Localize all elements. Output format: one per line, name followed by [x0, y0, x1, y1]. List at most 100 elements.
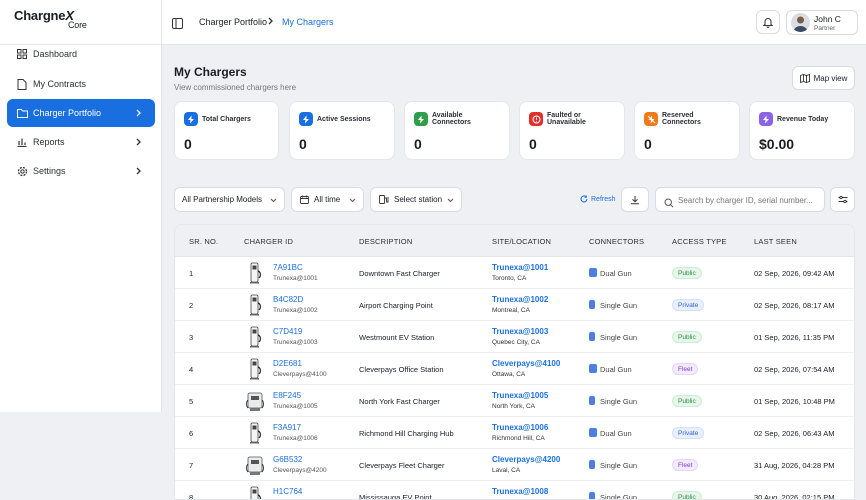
stat-card-active-sessions: Active Sessions 0 — [289, 101, 395, 160]
time-range-select[interactable]: All time — [291, 187, 364, 212]
column-header: DESCRIPTION — [359, 237, 413, 246]
sr-number: 4 — [189, 365, 194, 374]
table-row[interactable]: 5 E8F245 Trunexa@1005 North York Fast Charg… — [175, 385, 854, 417]
download-button[interactable] — [621, 187, 649, 212]
refresh-icon — [580, 195, 588, 203]
sidebar-footer-area — [0, 412, 162, 500]
sidebar: ChargneX Core Dashboard My Contracts Cha… — [0, 0, 162, 412]
charger-id-link[interactable]: 7A91BC — [273, 263, 303, 272]
site-link[interactable]: Trunexa@1005 — [492, 391, 548, 400]
connector-icon — [589, 268, 597, 277]
charger-description: Cleverpays Office Station — [359, 365, 444, 374]
sidebar-item-settings[interactable]: Settings — [7, 157, 155, 185]
last-seen: 02 Sep, 2026, 09:42 AM — [754, 269, 835, 278]
access-badge: Public — [672, 395, 702, 407]
grid-icon — [16, 48, 28, 60]
connector-type: Dual Gun — [600, 365, 632, 374]
charger-description: Richmond Hill Charging Hub — [359, 429, 454, 438]
sidebar-item-label: Reports — [33, 137, 65, 147]
connector-icon — [589, 300, 595, 309]
chevron-right-icon — [133, 165, 145, 177]
charger-image — [250, 486, 261, 499]
charger-id-link[interactable]: E8F245 — [273, 391, 301, 400]
sidebar-item-dashboard[interactable]: Dashboard — [7, 40, 155, 68]
site-link[interactable]: Cleverpays@4100 — [492, 359, 560, 368]
partnership-model-select[interactable]: All Partnership Models — [174, 187, 285, 212]
charger-description: Airport Charging Point — [359, 301, 433, 310]
access-badge: Private — [672, 299, 705, 311]
charger-description: Downtown Fast Charger — [359, 269, 440, 278]
connector-icon — [589, 364, 597, 373]
connector-type: Single Gun — [600, 493, 638, 500]
avatar — [791, 13, 810, 32]
filter-settings-button[interactable] — [830, 187, 855, 212]
site-link[interactable]: Trunexa@1003 — [492, 327, 548, 336]
alert-icon — [529, 112, 543, 126]
site-link[interactable]: Trunexa@1001 — [492, 263, 548, 272]
table-row[interactable]: 3 C7D419 Trunexa@1003 Westmount EV Station T… — [175, 321, 854, 353]
charger-id-link[interactable]: B4C82D — [273, 295, 303, 304]
refresh-button[interactable]: Refresh — [580, 195, 616, 203]
site-city: North York, CA — [492, 403, 535, 410]
site-link[interactable]: Cleverpays@4200 — [492, 455, 560, 464]
stat-label: Revenue Today — [777, 116, 829, 123]
charger-id-link[interactable]: G6B532 — [273, 455, 302, 464]
sidebar-item-contracts[interactable]: My Contracts — [7, 70, 155, 98]
charger-owner: Trunexa@1002 — [273, 307, 318, 314]
access-badge: Public — [672, 267, 702, 279]
chevron-down-icon — [270, 196, 277, 205]
brand-sub: Core — [68, 20, 87, 30]
charger-id-link[interactable]: F3A917 — [273, 423, 301, 432]
access-badge: Fleet — [672, 459, 699, 471]
breadcrumb-my-chargers[interactable]: My Chargers — [282, 17, 334, 27]
charger-id-link[interactable]: C7D419 — [273, 327, 302, 336]
table-row[interactable]: 2 B4C82D Trunexa@1002 Airport Charging Poin… — [175, 289, 854, 321]
stat-label: Available Connectors — [432, 112, 471, 126]
table-row[interactable]: 4 D2E681 Cleverpays@4100 Cleverpays Office … — [175, 353, 854, 385]
brand-name: Chargne — [14, 8, 66, 23]
table-row[interactable]: 7 G6B532 Cleverpays@4200 Cleverpays Fleet C… — [175, 449, 854, 481]
connector-icon — [589, 460, 595, 469]
sr-number: 7 — [189, 461, 194, 470]
site-link[interactable]: Trunexa@1002 — [492, 295, 548, 304]
sidebar-item-charger-portfolio[interactable]: Charger Portfolio — [7, 99, 155, 127]
last-seen: 30 Aug, 2026, 02:15 PM — [754, 493, 835, 500]
stat-label: Total Chargers — [202, 116, 251, 123]
sidebar-item-reports[interactable]: Reports — [7, 128, 155, 156]
table-row[interactable]: 8H1C764Trunexa@1008Mississauga EV PointT… — [175, 481, 854, 500]
connector-type: Dual Gun — [600, 429, 632, 438]
charger-id-link[interactable]: H1C764 — [273, 487, 302, 496]
table-row[interactable]: 6 F3A917 Trunexa@1006 Richmond Hill Chargin… — [175, 417, 854, 449]
notifications-button[interactable] — [756, 10, 780, 34]
download-icon — [631, 195, 639, 204]
site-city: Richmond Hill, CA — [492, 435, 545, 442]
charger-image — [250, 358, 261, 380]
station-select[interactable]: Select station — [370, 187, 462, 212]
stat-value: 0 — [529, 136, 537, 152]
page-subtitle: View commissioned chargers here — [174, 83, 297, 92]
refresh-label: Refresh — [591, 195, 616, 203]
charger-description: Mississauga EV Point — [359, 493, 432, 500]
site-link[interactable]: Trunexa@1008 — [492, 487, 548, 496]
station-icon — [379, 195, 389, 204]
column-header: CHARGER ID — [244, 237, 294, 246]
table-row[interactable]: 1 7A91BC Trunexa@1001 Downtown Fast Charger… — [175, 257, 854, 289]
user-menu-button[interactable]: John C Partner — [786, 10, 858, 35]
last-seen: 02 Sep, 2026, 07:54 AM — [754, 365, 835, 374]
charger-id-link[interactable]: D2E681 — [273, 359, 302, 368]
breadcrumb-charger-portfolio[interactable]: Charger Portfolio — [199, 17, 267, 27]
brand-logo: ChargneX Core — [14, 8, 87, 30]
chargers-table: SR. NO. CHARGER ID DESCRIPTION SITE/LOCA… — [174, 224, 855, 500]
stat-value: 0 — [184, 136, 192, 152]
last-seen: 02 Sep, 2026, 06:43 AM — [754, 429, 835, 438]
search-input[interactable] — [678, 193, 818, 207]
last-seen: 01 Sep, 2026, 11:35 PM — [754, 333, 835, 342]
bolt-icon — [759, 112, 773, 126]
sidebar-toggle-icon[interactable] — [172, 16, 184, 29]
map-view-button[interactable]: Map view — [792, 66, 855, 90]
stat-card-total-chargers: Total Chargers 0 — [174, 101, 279, 160]
sidebar-item-label: My Contracts — [33, 79, 87, 89]
search-icon — [664, 195, 674, 213]
site-link[interactable]: Trunexa@1006 — [492, 423, 548, 432]
site-city: Quebec City, CA — [492, 339, 540, 346]
